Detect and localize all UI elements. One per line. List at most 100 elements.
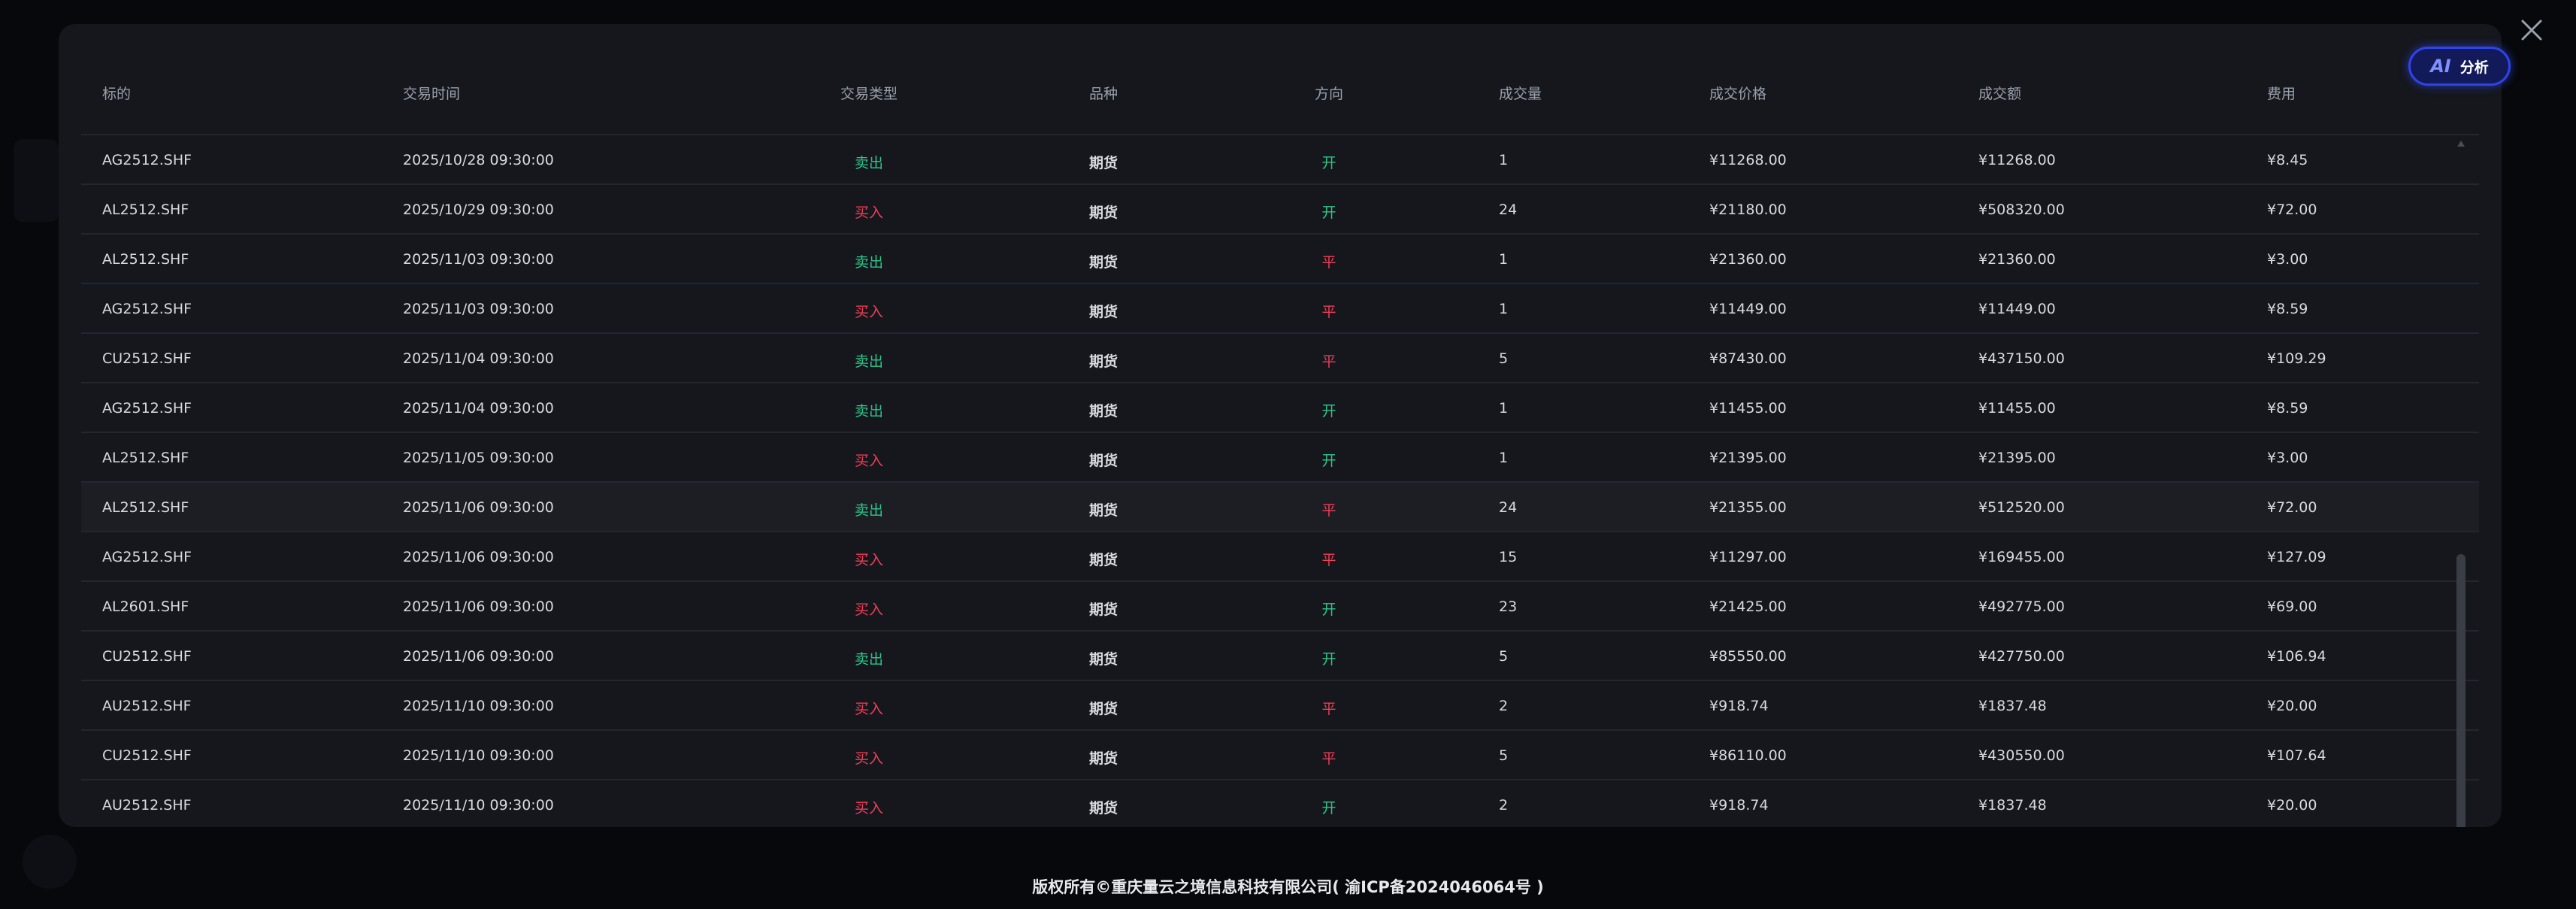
scrollbar-thumb[interactable] — [2456, 554, 2466, 827]
cell-time: 2025/11/10 09:30:00 — [403, 698, 554, 714]
cell-direction: 开 — [1321, 800, 1336, 817]
header-price: 成交价格 — [1709, 86, 1767, 102]
cell-amount: ¥492775.00 — [1978, 598, 2065, 615]
cell-fee: ¥20.00 — [2267, 797, 2317, 814]
header-trade-type: 交易类型 — [840, 86, 898, 102]
table-row[interactable]: AU2512.SHF 2025/11/10 09:30:00 买入 期货 平 2 ¥918.… — [81, 681, 2479, 731]
cell-volume: 2 — [1499, 797, 1509, 814]
cell-price: ¥85550.00 — [1709, 648, 1787, 665]
header-time: 交易时间 — [403, 86, 461, 102]
cell-direction: 平 — [1321, 750, 1336, 767]
header-amount: 成交额 — [1978, 86, 2022, 102]
table-row[interactable]: AG2512.SHF 2025/11/03 09:30:00 买入 期货 平 1 ¥1144… — [81, 284, 2479, 334]
cell-variety: 期货 — [1088, 750, 1118, 767]
cell-fee: ¥127.09 — [2267, 549, 2326, 565]
cell-direction: 平 — [1321, 552, 1336, 568]
cell-variety: 期货 — [1088, 800, 1118, 817]
cell-variety: 期货 — [1088, 304, 1118, 320]
cell-fee: ¥107.64 — [2267, 747, 2326, 764]
header-symbol: 标的 — [102, 86, 132, 102]
table-row[interactable]: AG2512.SHF 2025/11/06 09:30:00 买入 期货 平 15 ¥112… — [81, 532, 2479, 582]
cell-price: ¥11297.00 — [1709, 549, 1787, 565]
cell-amount: ¥508320.00 — [1978, 201, 2065, 218]
table-row[interactable]: AG2512.SHF 2025/10/28 09:30:00 卖出 期货 开 1 ¥1126… — [81, 135, 2479, 185]
cell-direction: 开 — [1321, 601, 1336, 618]
table-row[interactable]: CU2512.SHF 2025/11/06 09:30:00 卖出 期货 开 5 ¥8555… — [81, 632, 2479, 681]
cell-direction: 开 — [1321, 205, 1336, 221]
cell-price: ¥918.74 — [1709, 698, 1769, 714]
cell-time: 2025/10/28 09:30:00 — [403, 152, 554, 168]
cell-amount: ¥21360.00 — [1978, 251, 2056, 268]
cell-direction: 开 — [1321, 403, 1336, 420]
scroll-up-arrow-icon[interactable] — [2457, 141, 2465, 147]
cell-amount: ¥169455.00 — [1978, 549, 2065, 565]
scrollbar[interactable] — [2456, 118, 2466, 827]
cell-fee: ¥106.94 — [2267, 648, 2326, 665]
cell-fee: ¥72.00 — [2267, 499, 2317, 516]
cell-volume: 23 — [1499, 598, 1518, 615]
cell-amount: ¥1837.48 — [1978, 797, 2047, 814]
cell-symbol: AU2512.SHF — [102, 797, 192, 814]
cell-symbol: CU2512.SHF — [102, 648, 192, 665]
cell-symbol: AG2512.SHF — [102, 400, 192, 417]
cell-trade-type: 买入 — [854, 750, 884, 767]
cell-variety: 期货 — [1088, 502, 1118, 519]
cell-time: 2025/10/29 09:30:00 — [403, 201, 554, 218]
cell-time: 2025/11/04 09:30:00 — [403, 400, 554, 417]
cell-variety: 期货 — [1088, 403, 1118, 420]
cell-symbol: AU2512.SHF — [102, 698, 192, 714]
cell-amount: ¥11449.00 — [1978, 301, 2056, 317]
table-row[interactable]: AL2512.SHF 2025/10/29 09:30:00 买入 期货 开 24 ¥211… — [81, 185, 2479, 235]
table-row[interactable]: CU2512.SHF 2025/11/10 09:30:00 买入 期货 平 5 ¥8611… — [81, 731, 2479, 780]
cell-price: ¥11449.00 — [1709, 301, 1787, 317]
table-row[interactable]: AL2512.SHF 2025/11/06 09:30:00 卖出 期货 平 24 ¥213… — [81, 483, 2479, 532]
background-panel — [14, 139, 59, 222]
ai-analysis-button[interactable]: AI 分析 — [2408, 47, 2511, 86]
cell-volume: 15 — [1499, 549, 1518, 565]
cell-price: ¥21395.00 — [1709, 450, 1787, 466]
cell-price: ¥87430.00 — [1709, 350, 1787, 367]
cell-time: 2025/11/04 09:30:00 — [403, 350, 554, 367]
cell-amount: ¥430550.00 — [1978, 747, 2065, 764]
cell-fee: ¥8.59 — [2267, 301, 2308, 317]
header-variety: 品种 — [1088, 86, 1118, 102]
table-row[interactable]: AL2512.SHF 2025/11/03 09:30:00 卖出 期货 平 1 ¥2136… — [81, 235, 2479, 284]
table-row[interactable]: CU2512.SHF 2025/11/04 09:30:00 卖出 期货 平 5 ¥8743… — [81, 334, 2479, 383]
ai-analysis-label: 分析 — [2459, 59, 2489, 76]
table-header: 标的 交易时间 交易类型 品种 方向 成交量 成交价格 成交额 费用 — [81, 47, 2479, 135]
table-row[interactable]: AU2512.SHF 2025/11/10 09:30:00 买入 期货 开 2 ¥918.… — [81, 780, 2479, 827]
cell-direction: 平 — [1321, 353, 1336, 370]
cell-volume: 1 — [1499, 152, 1509, 168]
cell-volume: 24 — [1499, 201, 1518, 218]
cell-time: 2025/11/06 09:30:00 — [403, 499, 554, 516]
cell-time: 2025/11/05 09:30:00 — [403, 450, 554, 466]
table-row[interactable]: AG2512.SHF 2025/11/04 09:30:00 卖出 期货 开 1 ¥1145… — [81, 383, 2479, 433]
cell-variety: 期货 — [1088, 601, 1118, 618]
cell-symbol: AL2601.SHF — [102, 598, 189, 615]
cell-fee: ¥8.45 — [2267, 152, 2308, 168]
cell-direction: 平 — [1321, 254, 1336, 271]
cell-volume: 1 — [1499, 301, 1509, 317]
cell-volume: 2 — [1499, 698, 1509, 714]
cell-trade-type: 买入 — [854, 205, 884, 221]
header-fee: 费用 — [2267, 86, 2296, 102]
cell-time: 2025/11/06 09:30:00 — [403, 648, 554, 665]
cell-price: ¥21425.00 — [1709, 598, 1787, 615]
table-row[interactable]: AL2601.SHF 2025/11/06 09:30:00 买入 期货 开 23 ¥214… — [81, 582, 2479, 632]
cell-trade-type: 卖出 — [854, 155, 884, 171]
table-row[interactable]: AL2512.SHF 2025/11/05 09:30:00 买入 期货 开 1 ¥2139… — [81, 433, 2479, 483]
header-direction: 方向 — [1314, 86, 1344, 102]
header-volume: 成交量 — [1499, 86, 1542, 102]
cell-time: 2025/11/03 09:30:00 — [403, 301, 554, 317]
cell-time: 2025/11/10 09:30:00 — [403, 747, 554, 764]
cell-direction: 平 — [1321, 701, 1336, 717]
close-icon[interactable] — [2518, 17, 2545, 44]
cell-trade-type: 卖出 — [854, 502, 884, 519]
cell-trade-type: 买入 — [854, 453, 884, 469]
cell-volume: 24 — [1499, 499, 1518, 516]
cell-volume: 5 — [1499, 648, 1509, 665]
cell-price: ¥21180.00 — [1709, 201, 1787, 218]
cell-trade-type: 买入 — [854, 601, 884, 618]
cell-amount: ¥11268.00 — [1978, 152, 2056, 168]
cell-direction: 开 — [1321, 651, 1336, 668]
